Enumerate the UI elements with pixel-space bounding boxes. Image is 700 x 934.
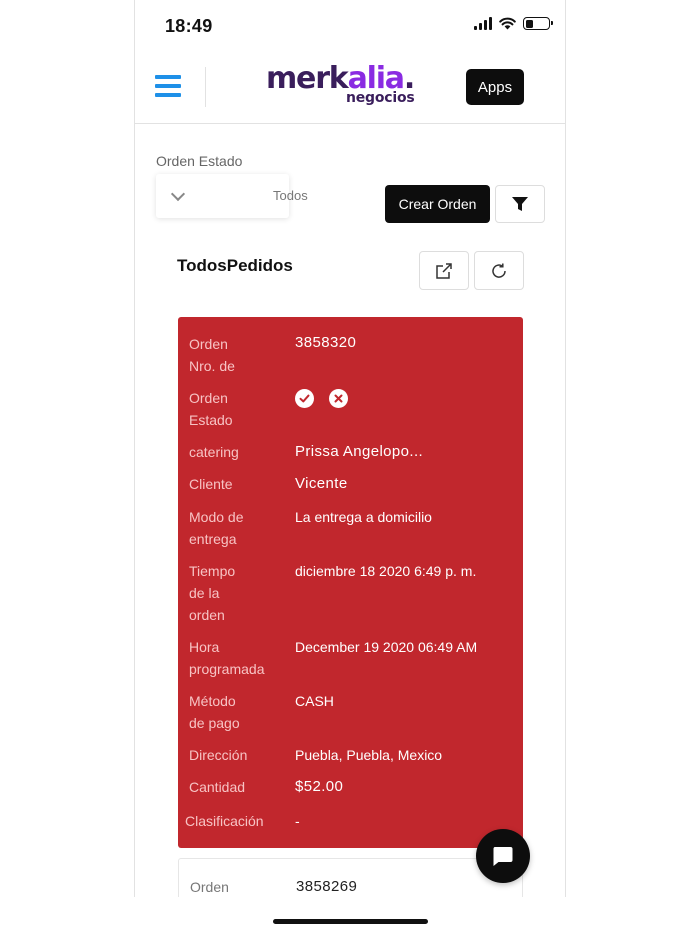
catering-label: catering bbox=[189, 444, 239, 460]
cantidad-label: Cantidad bbox=[189, 779, 246, 795]
section-title: TodosPedidos bbox=[177, 256, 293, 275]
chat-bubble-icon bbox=[493, 847, 513, 866]
modo-entrega-value: La entrega a domicilio bbox=[295, 509, 432, 525]
clasificacion-label: Clasificación bbox=[185, 813, 264, 829]
cliente-value: Vicente bbox=[295, 475, 348, 492]
filter-icon bbox=[512, 197, 528, 211]
export-button[interactable] bbox=[419, 251, 469, 290]
hora-programada-label: Hora programada bbox=[189, 639, 265, 677]
hamburger-menu-icon[interactable] bbox=[155, 75, 181, 97]
metodo-pago-value: CASH bbox=[295, 693, 334, 709]
direccion-value: Puebla, Puebla, Mexico bbox=[295, 747, 443, 763]
refresh-button[interactable] bbox=[474, 251, 524, 290]
external-link-icon bbox=[436, 262, 452, 279]
header-divider bbox=[205, 67, 206, 107]
metodo-pago-label: Método de pago bbox=[189, 693, 240, 731]
cantidad-value: $52.00 bbox=[295, 778, 344, 795]
page-bottom-area bbox=[0, 897, 700, 934]
order-number-value: 3858269 bbox=[296, 878, 358, 895]
crear-orden-button[interactable]: Crear Orden bbox=[385, 185, 490, 223]
order-number-label: Orden bbox=[190, 879, 229, 895]
header-separator bbox=[134, 123, 566, 124]
reject-order-icon[interactable] bbox=[329, 389, 348, 408]
orden-estado-select[interactable]: Todos bbox=[156, 174, 308, 218]
order-status-actions bbox=[295, 389, 348, 408]
order-card[interactable]: Orden Nro. de 3858320 Orden Estado cater… bbox=[178, 317, 523, 848]
orden-estado-value: Todos bbox=[273, 188, 308, 203]
hora-programada-value: December 19 2020 06:49 AM bbox=[295, 639, 478, 655]
order-number-value: 3858320 bbox=[295, 334, 357, 351]
accept-order-icon[interactable] bbox=[295, 389, 314, 408]
home-indicator bbox=[273, 919, 428, 924]
tiempo-orden-value: diciembre 18 2020 6:49 p. m. bbox=[295, 563, 477, 579]
tiempo-orden-label: Tiempo de la orden bbox=[189, 563, 236, 623]
merkalia-logo: merkalia. negocios bbox=[266, 61, 415, 107]
chevron-down-icon bbox=[170, 186, 186, 201]
chat-button[interactable] bbox=[476, 829, 530, 883]
orden-estado-label: Orden Estado bbox=[156, 153, 243, 169]
order-number-label: Orden Nro. de bbox=[189, 336, 235, 374]
clasificacion-value: - bbox=[295, 813, 300, 829]
direccion-label: Dirección bbox=[189, 747, 248, 763]
refresh-icon bbox=[492, 263, 506, 278]
modo-entrega-label: Modo de entrega bbox=[189, 509, 244, 547]
order-status-label: Orden Estado bbox=[189, 390, 233, 428]
apps-button[interactable]: Apps bbox=[466, 69, 524, 105]
filter-button[interactable] bbox=[495, 185, 545, 223]
cliente-label: Cliente bbox=[189, 476, 233, 492]
catering-value: Prissa Angelopo... bbox=[295, 443, 424, 460]
